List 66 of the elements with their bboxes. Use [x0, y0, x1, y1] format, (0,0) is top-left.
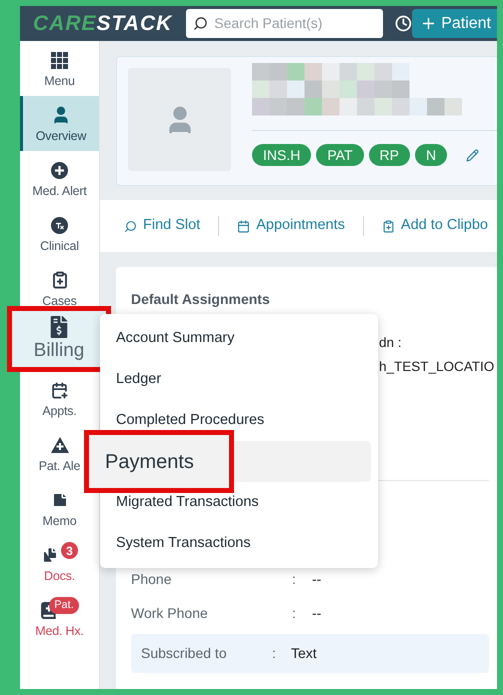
field-label: Subscribed to: [141, 644, 228, 662]
patient-tag: N: [414, 144, 448, 166]
toolbar-button[interactable]: Appointments: [237, 215, 345, 237]
sidebar-label: Pat. Ale: [38, 460, 80, 473]
sidebar-label: Med. Alert: [32, 185, 87, 198]
sidebar-label: Clinical: [40, 240, 79, 253]
documents-icon: [41, 546, 59, 564]
sidebar-item[interactable]: Pat. Ale: [38, 434, 80, 473]
sidebar-label: Appts.: [42, 405, 77, 418]
field-label: Phone: [131, 570, 172, 588]
field-value: --: [312, 570, 322, 588]
sidebar-item[interactable]: Clinical: [40, 214, 79, 253]
field-value: --: [312, 604, 322, 622]
patient-tag: PAT: [316, 144, 364, 166]
field-separator: :: [292, 604, 297, 622]
section-title: Default Assignments: [131, 290, 271, 309]
count-badge: 3: [61, 542, 78, 560]
clock-icon[interactable]: [395, 15, 412, 32]
edit-icon[interactable]: [466, 148, 480, 162]
sidebar-label: Menu: [44, 75, 75, 88]
highlighted-billing-option[interactable]: Payments: [84, 430, 234, 493]
sidebar-item[interactable]: Memo: [42, 489, 76, 528]
detail-text: dn :: [379, 334, 402, 352]
toolbar-button[interactable]: Find Slot: [124, 215, 200, 237]
billing-option[interactable]: Ledger: [116, 368, 162, 390]
grid-icon: [51, 52, 68, 69]
sidebar-label: Billing: [34, 338, 84, 362]
billing-option[interactable]: Account Summary: [116, 328, 234, 350]
medicine-circle-icon: [50, 216, 68, 234]
logo[interactable]: CARESTACK: [33, 8, 172, 40]
clipboard-plus-icon: [50, 271, 68, 290]
field-separator: :: [272, 644, 277, 662]
search-icon: [193, 16, 208, 31]
detail-text: h_TEST_LOCATIO: [379, 358, 494, 376]
sidebar-label: Med. Hx.: [35, 625, 84, 638]
add-patient-button[interactable]: Patient: [412, 9, 497, 38]
sidebar-label: Cases: [42, 295, 77, 308]
billing-option[interactable]: System Transactions: [116, 532, 251, 554]
field-value: Text: [291, 644, 317, 662]
plus-circle-icon: [51, 162, 68, 179]
field-label: Work Phone: [131, 604, 209, 622]
billing-option[interactable]: Completed Procedures: [116, 410, 264, 432]
count-badge: Pat.: [49, 597, 79, 614]
sidebar-item[interactable]: Pat. Med. Hx.: [35, 599, 84, 638]
patient-tag: INS.H: [252, 144, 312, 166]
sidebar-item[interactable]: Menu: [44, 49, 75, 88]
dollar-document-icon: [48, 316, 70, 338]
calendar-plus-icon: [51, 382, 68, 399]
sidebar-item[interactable]: Med. Alert: [32, 159, 87, 198]
sidebar-item[interactable]: Appts.: [42, 379, 77, 418]
patient-tag: RP: [368, 144, 410, 166]
search-field[interactable]: Search Patient(s): [186, 9, 384, 38]
toolbar-button[interactable]: Add to Clipbo: [382, 215, 488, 237]
field-separator: :: [292, 570, 297, 588]
sidebar-label: Overview: [36, 130, 86, 143]
search-input[interactable]: Search Patient(s): [214, 13, 374, 34]
sidebar-item[interactable]: Cases: [42, 269, 77, 308]
search-icon: [124, 220, 137, 232]
sidebar-label: Docs.: [44, 570, 75, 583]
billing-option[interactable]: Migrated Transactions: [116, 492, 259, 514]
sidebar-label: Memo: [42, 515, 76, 528]
warning-plus-icon: [50, 437, 68, 454]
clipboard-plus-icon: [382, 220, 395, 232]
sidebar-item[interactable]: 3 Docs.: [41, 544, 78, 583]
calendar-icon: [237, 220, 250, 232]
sidebar-item[interactable]: Overview: [20, 96, 99, 151]
